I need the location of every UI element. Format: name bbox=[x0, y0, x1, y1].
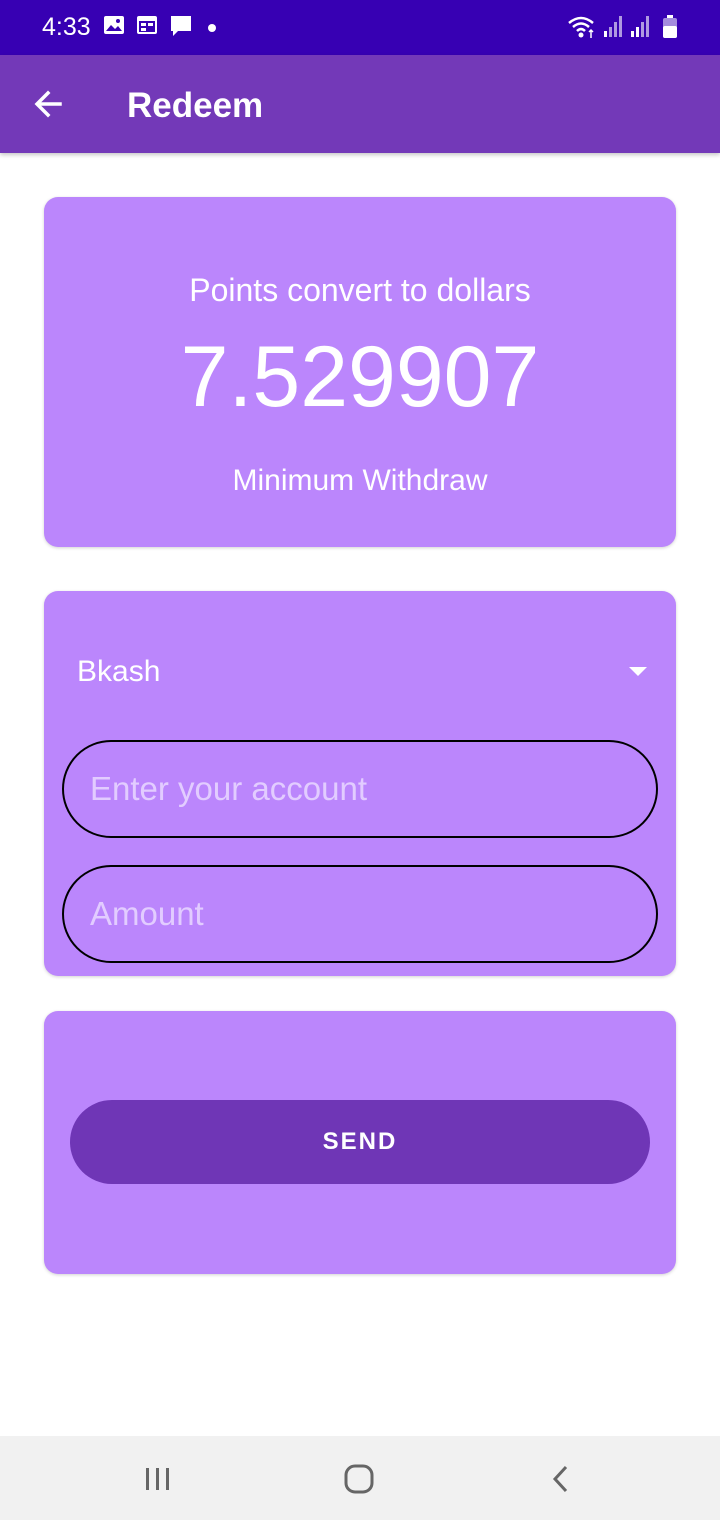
recent-apps-icon bbox=[133, 1468, 183, 1508]
signal-icon bbox=[603, 14, 625, 43]
battery-icon bbox=[662, 14, 678, 45]
payment-method-value: Bkash bbox=[77, 655, 161, 688]
amount-input[interactable] bbox=[62, 865, 658, 963]
withdraw-form-card: Bkash bbox=[44, 591, 676, 976]
send-card: SEND bbox=[44, 1011, 676, 1274]
message-icon bbox=[169, 14, 193, 43]
minimum-withdraw-label: Minimum Withdraw bbox=[232, 464, 488, 497]
app-bar: Redeem bbox=[0, 55, 720, 153]
home-button[interactable] bbox=[334, 1454, 384, 1504]
back-icon bbox=[536, 1465, 586, 1508]
points-value: 7.529907 bbox=[180, 329, 540, 425]
send-button[interactable]: SEND bbox=[70, 1100, 650, 1184]
signal-icon bbox=[630, 14, 652, 43]
dropdown-arrow-icon bbox=[629, 667, 647, 676]
status-time: 4:33 bbox=[42, 13, 91, 41]
account-input[interactable] bbox=[62, 740, 658, 838]
page-title: Redeem bbox=[127, 86, 264, 125]
arrow-back-icon bbox=[24, 90, 74, 133]
system-back-button[interactable] bbox=[536, 1454, 586, 1504]
dot-icon bbox=[207, 20, 217, 38]
back-button[interactable] bbox=[24, 79, 74, 129]
calendar-icon bbox=[136, 14, 158, 41]
status-bar: 4:33 bbox=[0, 0, 720, 55]
navigation-bar bbox=[0, 1436, 720, 1520]
payment-method-dropdown[interactable]: Bkash bbox=[64, 631, 656, 711]
image-icon bbox=[103, 14, 125, 41]
points-label: Points convert to dollars bbox=[189, 272, 531, 308]
wifi-icon bbox=[567, 14, 597, 45]
points-card: Points convert to dollars 7.529907 Minim… bbox=[44, 197, 676, 547]
recent-apps-button[interactable] bbox=[133, 1454, 183, 1504]
home-icon bbox=[334, 1464, 384, 1508]
